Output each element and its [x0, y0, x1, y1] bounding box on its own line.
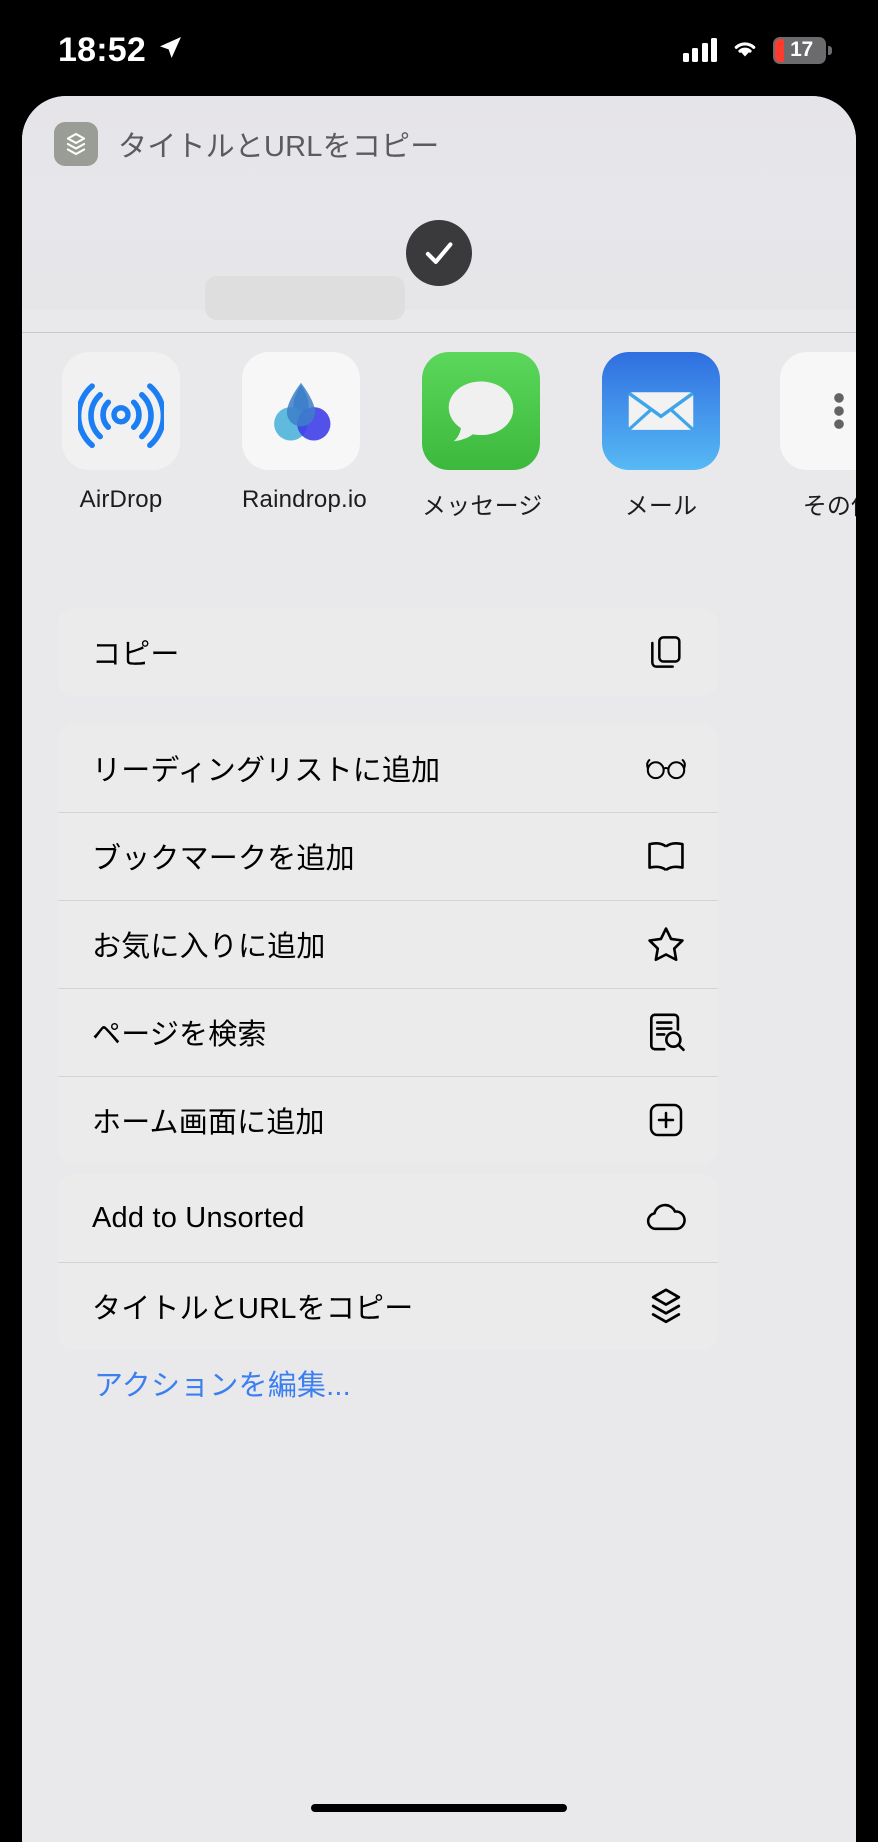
status-bar-right: 17 [682, 36, 832, 65]
status-bar-left: 18:52 [58, 31, 184, 70]
book-icon [644, 837, 688, 875]
shortcuts-stack-icon [54, 122, 98, 166]
airdrop-icon [62, 352, 180, 470]
more-icon [780, 352, 856, 470]
share-target-raindrop[interactable]: Raindrop.io [242, 352, 367, 514]
action-row-find-on-page[interactable]: ページを検索 [58, 988, 718, 1076]
shortcut-preview-title: タイトルとURLをコピー [118, 131, 440, 163]
action-label: コピー [92, 639, 180, 671]
raindrop-icon [242, 352, 360, 470]
messages-icon [422, 352, 540, 470]
plus-square-icon [644, 1100, 688, 1140]
home-indicator [311, 1804, 567, 1812]
app-share-row[interactable]: AirDrop Raindrop.io メッセージ メール その [22, 352, 856, 542]
action-row-add-bookmark[interactable]: ブックマークを追加 [58, 812, 718, 900]
action-row-add-to-home-screen[interactable]: ホーム画面に追加 [58, 1076, 718, 1164]
wifi-icon [729, 36, 761, 65]
mail-icon [602, 352, 720, 470]
status-bar: 18:52 17 [0, 0, 878, 100]
share-target-messages[interactable]: メッセージ [422, 352, 543, 521]
action-row-add-to-favorites[interactable]: お気に入りに追加 [58, 900, 718, 988]
share-target-airdrop[interactable]: AirDrop [62, 352, 180, 514]
cellular-bars-icon [682, 38, 717, 62]
action-label: Add to Unsorted [92, 1201, 305, 1234]
find-in-page-icon [644, 1011, 688, 1053]
share-sheet: タイトルとURLをコピー AirDrop Raindrop.io メッセージ メ… [22, 96, 856, 1842]
status-bar-clock: 18:52 [58, 30, 146, 69]
edit-actions-link[interactable]: アクションを編集... [94, 1362, 351, 1404]
share-target-label: メッセージ [422, 493, 543, 520]
action-row-copy-title-and-url[interactable]: タイトルとURLをコピー [58, 1262, 718, 1350]
cloud-icon [644, 1200, 688, 1236]
preview-placeholder-field [205, 276, 405, 320]
action-row-copy[interactable]: コピー [58, 608, 718, 696]
shortcuts-stack-icon [644, 1284, 688, 1328]
action-row-add-to-reading-list[interactable]: リーディングリストに追加 [58, 724, 718, 812]
share-target-label: メール [624, 493, 698, 520]
action-group-browser: リーディングリストに追加 ブックマークを追加 お気に入りに追加 ページを検索 ホ… [58, 724, 718, 1164]
action-row-add-to-unsorted[interactable]: Add to Unsorted [58, 1174, 718, 1262]
sheet-divider [22, 332, 856, 333]
share-target-label: その他 [802, 493, 856, 520]
action-label: ホーム画面に追加 [92, 1107, 325, 1139]
share-target-label: AirDrop [79, 486, 163, 513]
battery-indicator: 17 [773, 36, 832, 64]
action-label: ページを検索 [92, 1019, 267, 1051]
action-group-extensions: Add to Unsorted タイトルとURLをコピー [58, 1174, 718, 1350]
action-label: お気に入りに追加 [92, 931, 326, 963]
iphone-screen: 18:52 17 タイトルとURLをコピー AirDrop Raindrop.i… [0, 0, 878, 1842]
action-group-copy: コピー [58, 608, 718, 696]
action-label: リーディングリストに追加 [92, 755, 441, 787]
action-label: タイトルとURLをコピー [92, 1293, 414, 1325]
shortcut-preview-card: タイトルとURLをコピー [22, 96, 856, 320]
share-target-mail[interactable]: メール [602, 352, 720, 521]
star-icon [644, 923, 688, 965]
battery-level-label: 17 [790, 38, 813, 61]
location-arrow-icon [156, 34, 184, 67]
share-target-label: Raindrop.io [242, 486, 367, 513]
share-target-more[interactable]: その他 [780, 352, 856, 521]
checkmark-icon [406, 220, 472, 286]
shortcut-preview-header: タイトルとURLをコピー [22, 96, 856, 166]
action-label: ブックマークを追加 [92, 843, 355, 875]
copy-icon [644, 632, 688, 672]
glasses-icon [644, 748, 688, 788]
